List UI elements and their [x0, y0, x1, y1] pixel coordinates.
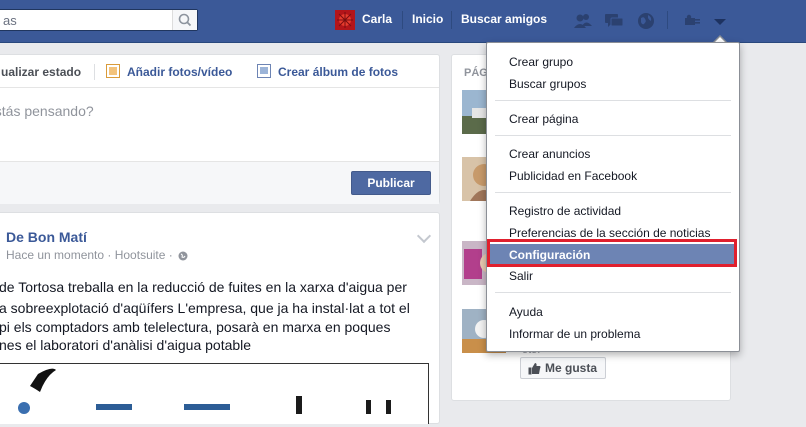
photo-icon [106, 64, 120, 78]
tab-create-album[interactable]: Crear álbum de fotos [278, 65, 398, 79]
status-composer: ualizar estado Añadir fotos/vídeo Crear … [0, 54, 440, 204]
find-friends-link[interactable]: Buscar amigos [461, 12, 547, 26]
search-icon [178, 13, 192, 27]
status-input[interactable]: estás pensando? [0, 103, 94, 119]
like-page-button[interactable]: Me gusta [520, 357, 606, 379]
privacy-shortcuts-button[interactable] [682, 10, 704, 32]
friend-requests-button[interactable] [572, 10, 594, 32]
menu-item-create-group[interactable]: Crear grupo [509, 55, 573, 69]
like-button-label: Me gusta [545, 361, 598, 375]
search-input-value: as [3, 13, 17, 28]
publish-button[interactable]: Publicar [351, 171, 431, 195]
notifications-button[interactable] [635, 10, 657, 32]
news-feed-post: De Bon Matí Hace un momento · Hootsuite … [0, 212, 440, 424]
thumbs-up-icon [528, 363, 541, 375]
tab-add-photos[interactable]: Añadir fotos/vídeo [127, 65, 232, 79]
post-text-line: nes el laboratori d'anàlisi d'aigua pota… [0, 337, 252, 353]
search-input[interactable]: as [0, 9, 198, 31]
caret-down-icon [714, 19, 726, 25]
menu-item-news-feed-preferences[interactable]: Preferencias de la sección de noticias [509, 226, 710, 240]
menu-item-find-groups[interactable]: Buscar grupos [509, 77, 586, 91]
post-text-line: a sobreexplotació d'aqüífers L'empresa, … [0, 300, 410, 316]
privacy-icon [685, 14, 700, 25]
account-menu-button[interactable] [709, 10, 731, 32]
post-text-line: de Tortosa treballa en la reducció de fu… [0, 279, 407, 295]
composer-footer: Publicar [0, 161, 439, 204]
menu-item-create-page[interactable]: Crear página [509, 112, 578, 126]
post-image[interactable] [0, 363, 429, 424]
menu-item-create-ads[interactable]: Crear anuncios [509, 147, 590, 161]
account-dropdown-menu: Crear grupo Buscar grupos Crear página C… [486, 42, 740, 352]
user-avatar[interactable] [335, 10, 355, 30]
post-options-chevron[interactable] [416, 228, 432, 244]
messages-button[interactable] [603, 10, 625, 32]
nav-divider [451, 11, 452, 29]
menu-divider [495, 135, 731, 136]
menu-divider [495, 192, 731, 193]
highlight-annotation-box [487, 239, 737, 267]
top-navigation-bar: as Carla Inicio Buscar amigos [0, 0, 806, 43]
post-timestamp: Hace un momento · Hootsuite · [6, 248, 173, 262]
notifications-globe-icon [638, 13, 654, 29]
search-button[interactable] [172, 10, 197, 30]
composer-tabs: ualizar estado Añadir fotos/vídeo Crear … [0, 55, 439, 88]
menu-item-help[interactable]: Ayuda [509, 305, 543, 319]
nav-divider [667, 11, 668, 29]
globe-icon [178, 250, 188, 264]
post-text-line: pi els comptadors amb telelectura, posar… [0, 319, 391, 335]
post-author-link[interactable]: De Bon Matí [6, 229, 87, 245]
profile-link[interactable]: Carla [362, 12, 392, 26]
pages-section-title: PÁG [464, 67, 488, 79]
home-link[interactable]: Inicio [412, 12, 443, 26]
tab-update-status[interactable]: ualizar estado [1, 65, 81, 79]
menu-divider [495, 292, 731, 293]
tab-divider [94, 64, 95, 80]
messages-icon [605, 14, 624, 27]
nav-divider [402, 11, 403, 29]
menu-divider [495, 100, 731, 101]
menu-item-activity-log[interactable]: Registro de actividad [509, 204, 621, 218]
menu-item-facebook-advertising[interactable]: Publicidad en Facebook [509, 169, 637, 183]
menu-item-log-out[interactable]: Salir [509, 269, 533, 283]
album-icon [257, 64, 271, 78]
menu-item-report-problem[interactable]: Informar de un problema [509, 327, 640, 341]
friends-icon [574, 14, 592, 28]
